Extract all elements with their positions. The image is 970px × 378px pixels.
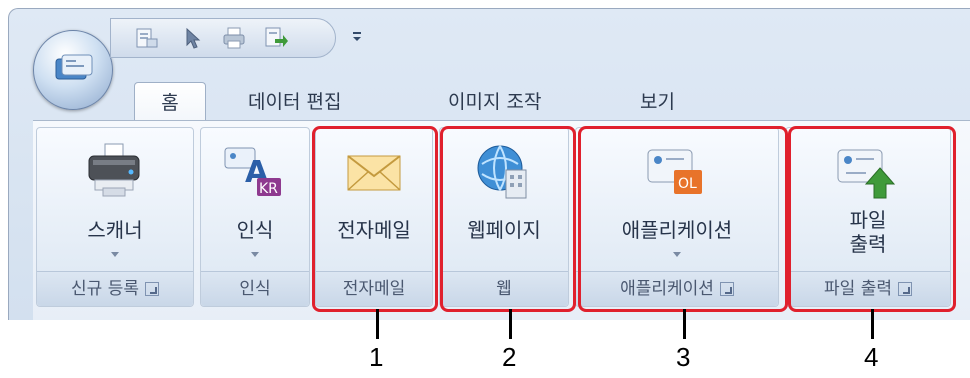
text-recognition-icon: A KR bbox=[224, 147, 281, 197]
callout-number-4: 4 bbox=[864, 342, 879, 372]
customize-toolbar-icon[interactable] bbox=[350, 30, 364, 44]
scanner-dropdown-arrow[interactable] bbox=[111, 252, 119, 257]
highlight-box-application bbox=[578, 126, 788, 312]
business-card-icon bbox=[55, 54, 93, 80]
highlight-box-file-output bbox=[788, 126, 956, 312]
callout-line-4 bbox=[871, 309, 874, 339]
pointer-icon[interactable] bbox=[179, 25, 205, 51]
group-label-new-registration: 신규 등록 bbox=[37, 271, 193, 306]
callout-line-1 bbox=[376, 309, 379, 339]
callout-number-3: 3 bbox=[676, 342, 691, 372]
highlight-box-email bbox=[312, 126, 438, 312]
group-new-registration: 스캐너 신규 등록 bbox=[36, 127, 194, 307]
tab-home[interactable]: 홈 bbox=[134, 82, 206, 123]
export-icon[interactable] bbox=[263, 25, 289, 51]
recognition-button[interactable]: 인식 bbox=[201, 214, 309, 243]
callout-number-1: 1 bbox=[369, 342, 384, 372]
tab-view[interactable]: 보기 bbox=[630, 82, 685, 122]
group-recognition: A KR 인식 인식 bbox=[200, 127, 310, 307]
recognition-dropdown-arrow[interactable] bbox=[251, 252, 259, 257]
dialog-launcher-icon[interactable] bbox=[144, 282, 159, 296]
tab-data-edit[interactable]: 데이터 편집 bbox=[238, 82, 351, 122]
group-label-recognition: 인식 bbox=[201, 271, 309, 306]
scan-settings-icon[interactable] bbox=[133, 25, 159, 51]
scanner-icon bbox=[88, 143, 140, 197]
print-icon[interactable] bbox=[221, 25, 247, 51]
ribbon-tabs: 홈 데이터 편집 이미지 조작 보기 bbox=[8, 82, 970, 123]
app-window: 홈 데이터 편집 이미지 조작 보기 스캐너 신규 등록 A KR 인식 인식 … bbox=[0, 0, 970, 321]
scanner-button[interactable]: 스캐너 bbox=[37, 214, 193, 243]
group-label-text: 신규 등록 bbox=[71, 279, 139, 299]
callout-line-3 bbox=[683, 309, 686, 339]
callout-line-2 bbox=[509, 309, 512, 339]
kr-badge: KR bbox=[259, 181, 278, 197]
callout-area bbox=[0, 320, 970, 378]
highlight-box-web bbox=[440, 126, 576, 312]
callout-number-2: 2 bbox=[502, 342, 517, 372]
tab-image-edit[interactable]: 이미지 조작 bbox=[438, 82, 551, 122]
quick-access-toolbar bbox=[110, 18, 336, 58]
